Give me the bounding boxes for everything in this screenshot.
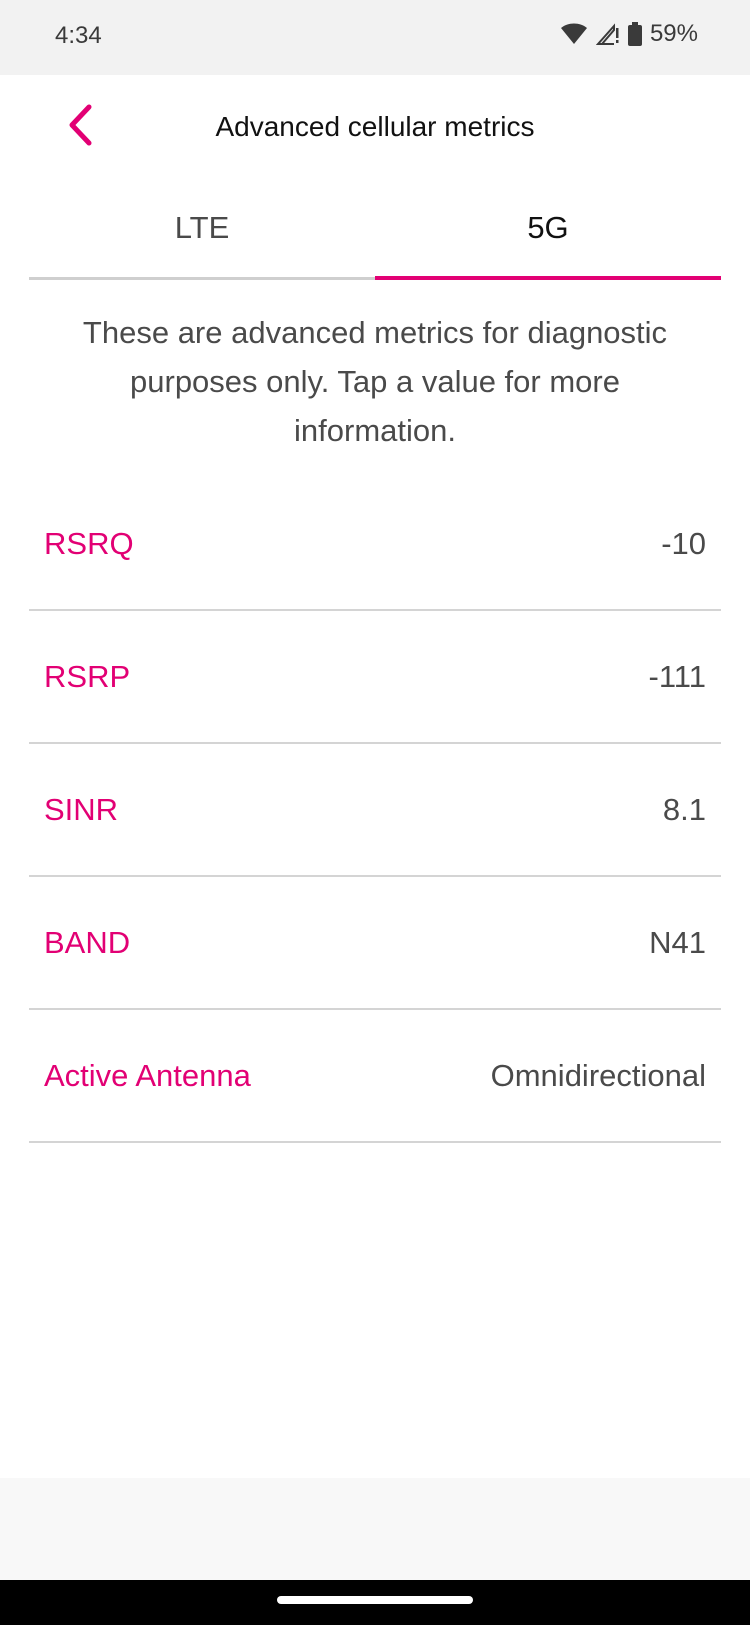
metrics-list: RSRQ -10 RSRP -111 SINR 8.1 BAND N41 Act… — [29, 478, 721, 1143]
battery-icon — [627, 22, 642, 46]
tab-label: 5G — [527, 210, 569, 245]
metric-label: RSRQ — [44, 525, 134, 561]
metric-row-rsrp[interactable]: RSRP -111 — [29, 611, 721, 744]
metric-row-rsrq[interactable]: RSRQ -10 — [29, 478, 721, 611]
bottom-area — [0, 1478, 750, 1580]
metric-label: SINR — [44, 791, 119, 827]
battery-percentage: 59% — [649, 20, 698, 47]
status-icons: 59% — [560, 20, 698, 48]
tab-label: LTE — [174, 210, 230, 245]
page-title: Advanced cellular metrics — [215, 111, 535, 142]
metric-value[interactable]: -111 — [649, 659, 706, 695]
status-time: 4:34 — [55, 22, 102, 49]
metric-row-band[interactable]: BAND N41 — [29, 877, 721, 1010]
home-indicator[interactable] — [277, 1596, 473, 1604]
metric-row-sinr[interactable]: SINR 8.1 — [29, 744, 721, 877]
system-nav-bar — [0, 1580, 750, 1625]
tab-bar: LTE 5G — [29, 180, 721, 280]
metric-value[interactable]: 8.1 — [663, 792, 706, 828]
app-bar: Advanced cellular metrics — [0, 75, 750, 180]
metric-value[interactable]: Omnidirectional — [491, 1058, 706, 1094]
metric-value[interactable]: N41 — [649, 925, 706, 961]
tab-lte[interactable]: LTE — [29, 180, 375, 280]
metric-label: BAND — [44, 924, 131, 960]
description-text: These are advanced metrics for diagnosti… — [82, 315, 668, 448]
metric-value[interactable]: -10 — [661, 526, 706, 562]
metric-label: RSRP — [44, 658, 131, 694]
status-bar: 4:34 59% — [0, 0, 750, 75]
metric-row-active-antenna[interactable]: Active Antenna Omnidirectional — [29, 1010, 721, 1143]
wifi-icon — [560, 22, 588, 46]
tab-5g[interactable]: 5G — [375, 180, 721, 280]
cell-signal-icon — [595, 22, 620, 46]
metric-label: Active Antenna — [44, 1057, 251, 1093]
